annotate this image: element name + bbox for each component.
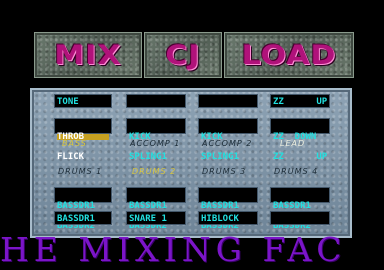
bottom-field-2[interactable]: SNARE 1 [126,211,186,225]
instrument-2-second: SPLING1 [129,152,167,162]
drum-1-first: BASSDR1 [57,201,95,211]
label-accomp-2[interactable]: ACCOMP 2 [202,138,262,150]
drum-3-first: BASSDR1 [201,201,239,211]
label-drums-3[interactable]: DRUMS 3 [202,166,262,178]
instrument-4-second: ZZ UP [273,152,328,162]
drum-field-3[interactable]: BASSDR1 BASSDR2 [198,187,258,231]
drum-field-4[interactable]: BASSDR1 BASSDR2 [270,187,330,231]
tone-direction-field[interactable]: ZZ UP [270,94,330,108]
tone-field[interactable]: TONE [54,94,112,108]
instrument-field-4[interactable]: ZZ DOWN ZZ UP [270,118,330,162]
scroller-text: HE MIXING FAC [0,230,347,269]
label-drums-2[interactable]: DRUMS 2 [132,166,192,178]
label-lead[interactable]: LEAD [280,138,330,150]
instrument-field-2[interactable]: KICK SPLING1 [126,118,186,162]
label-bass[interactable]: BASS [62,138,118,150]
tone-slot-2[interactable] [126,94,186,108]
drum-2-first: BASSDR1 [129,201,167,211]
label-drums-4[interactable]: DRUMS 4 [274,166,334,178]
drum-4-first: BASSDR1 [273,201,311,211]
bottom-field-4[interactable] [270,211,330,225]
instrument-1-second: FLICK [57,152,85,162]
instrument-field-1[interactable]: THROB FLICK [54,118,112,162]
label-accomp-1[interactable]: ACCOMP 1 [130,138,190,150]
instrument-3-second: SPLING1 [201,152,239,162]
logo-cj: CJ [144,32,222,78]
drum-field-2[interactable]: BASSDR1 BASSDR2 [126,187,186,231]
bottom-field-3[interactable]: HIBLOCK [198,211,258,225]
bottom-field-1[interactable]: BASSDR1 [54,211,112,225]
label-drums-1[interactable]: DRUMS 1 [58,166,118,178]
tone-slot-3[interactable] [198,94,258,108]
logo-mix: MIX [34,32,142,78]
drum-field-1[interactable]: BASSDR1 BASSDR2 [54,187,112,231]
instrument-field-3[interactable]: KICK SPLING1 [198,118,258,162]
logo-load: LOAD [224,32,354,78]
